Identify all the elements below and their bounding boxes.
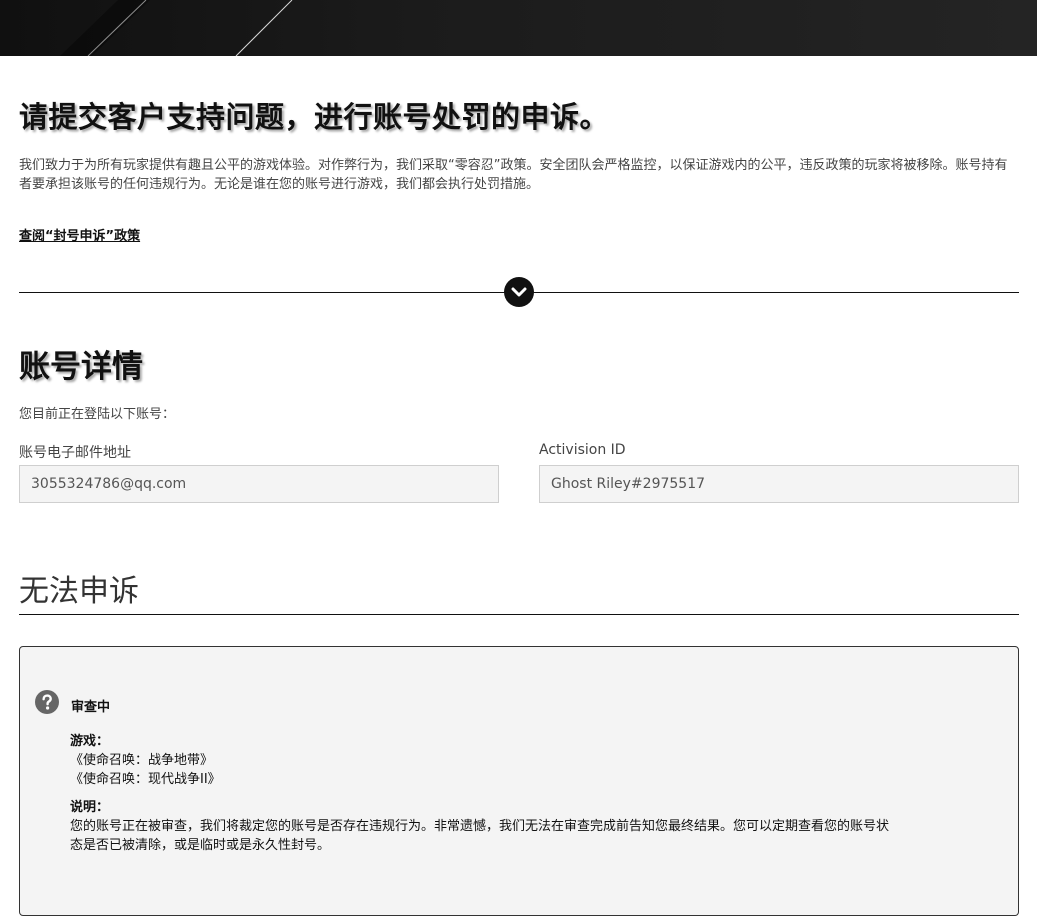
- email-field[interactable]: [19, 465, 499, 503]
- question-circle-icon: [35, 690, 59, 714]
- top-banner: [0, 0, 1037, 56]
- games-block: 游戏： 《使命召唤：战争地带》 《使命召唤：现代战争II》: [70, 732, 221, 789]
- game-item: 《使命召唤：战争地带》: [70, 753, 214, 768]
- policy-link[interactable]: 查阅“封号申诉”政策: [19, 225, 140, 244]
- activision-id-field[interactable]: [539, 465, 1019, 503]
- banner-stripes: [60, 0, 293, 56]
- appeal-status-panel: 审查中 游戏： 《使命召唤：战争地带》 《使命召唤：现代战争II》 说明： 您的…: [19, 646, 1019, 916]
- intro-text: 我们致力于为所有玩家提供有趣且公平的游戏体验。对作弊行为，我们采取“零容忍”政策…: [19, 158, 1008, 192]
- page-title: 请提交客户支持问题，进行账号处罚的申诉。: [19, 100, 610, 134]
- signed-in-text: 您目前正在登陆以下账号：: [19, 407, 176, 422]
- account-details-title: 账号详情: [19, 349, 143, 385]
- activision-id-label: Activision ID: [539, 442, 626, 458]
- email-label: 账号电子邮件地址: [19, 445, 131, 461]
- chevron-down-icon: [511, 287, 527, 297]
- status-label: 审查中: [71, 700, 111, 715]
- games-heading: 游戏：: [70, 734, 110, 749]
- appeal-title: 无法申诉: [19, 574, 139, 609]
- description-heading: 说明：: [70, 800, 110, 815]
- appeal-divider: [19, 614, 1019, 615]
- description-text: 您的账号正在被审查，我们将裁定您的账号是否存在违规行为。非常遗憾，我们无法在审查…: [70, 819, 890, 853]
- description-block: 说明： 您的账号正在被审查，我们将裁定您的账号是否存在违规行为。非常遗憾，我们无…: [70, 798, 900, 855]
- expand-button[interactable]: [504, 277, 534, 307]
- game-item: 《使命召唤：现代战争II》: [70, 772, 221, 787]
